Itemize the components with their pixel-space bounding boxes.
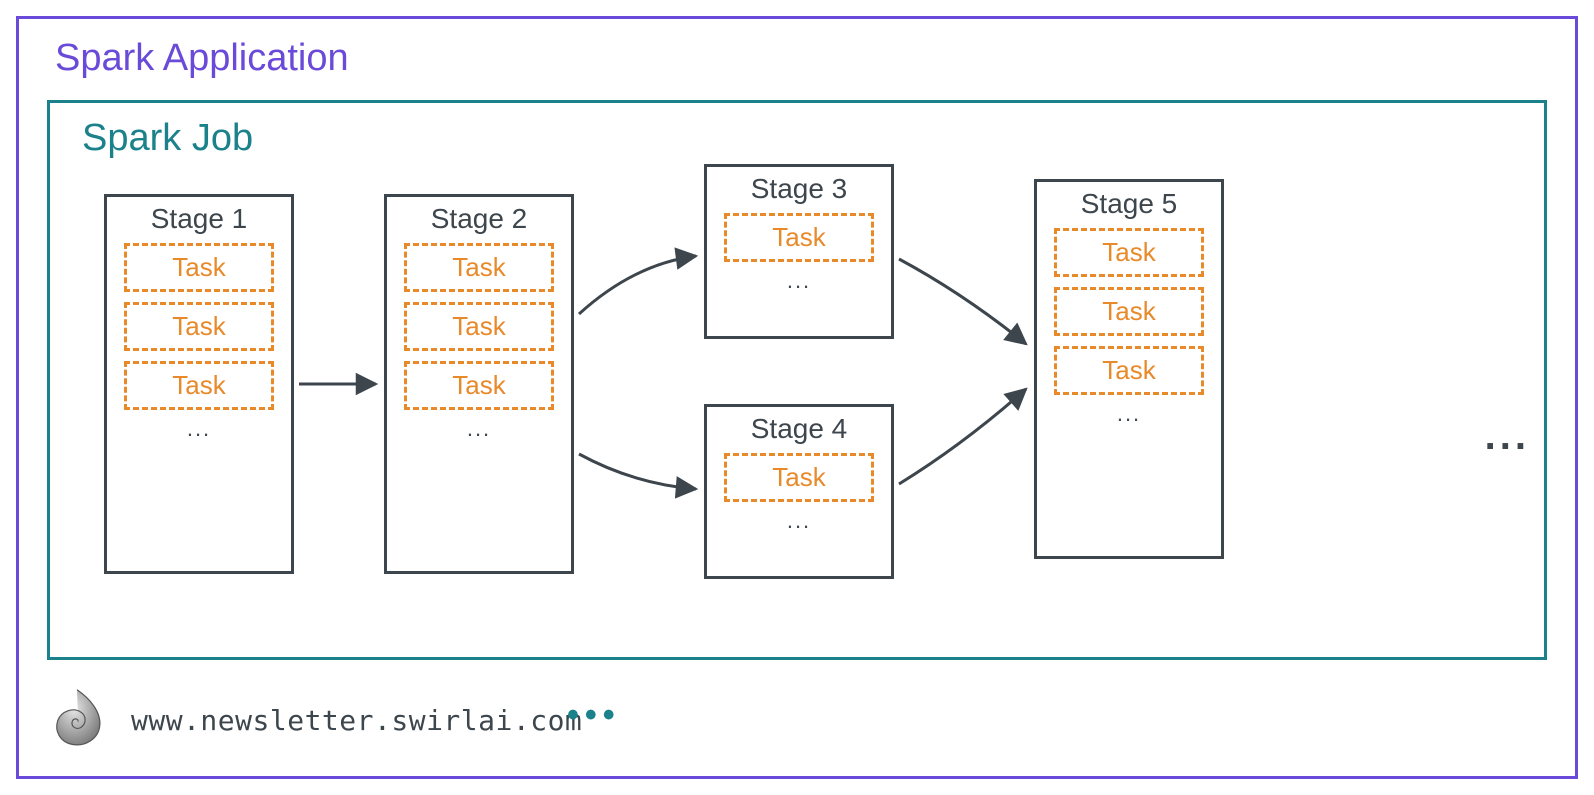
stage-3: Stage 3 Task ... <box>704 164 894 339</box>
stage-label: Stage 4 <box>707 413 891 445</box>
task-box: Task <box>1054 346 1204 395</box>
more-jobs-ellipsis: ... <box>1485 414 1530 459</box>
ellipsis: ... <box>707 268 891 294</box>
task-box: Task <box>724 453 874 502</box>
job-canvas: Stage 1 Task Task Task ... Stage 2 Task … <box>74 164 1520 624</box>
spark-application-container: Spark Application Spark Job Stage 1 Task… <box>16 16 1578 779</box>
task-box: Task <box>1054 287 1204 336</box>
application-title: Spark Application <box>55 37 1547 80</box>
task-box: Task <box>124 361 274 410</box>
ellipsis: ... <box>1037 401 1221 427</box>
ellipsis: ... <box>707 508 891 534</box>
stage-label: Stage 3 <box>707 173 891 205</box>
task-box: Task <box>724 213 874 262</box>
task-box: Task <box>124 243 274 292</box>
swirl-logo-icon <box>47 688 107 753</box>
footer-dots: ••• <box>567 696 621 735</box>
stage-1: Stage 1 Task Task Task ... <box>104 194 294 574</box>
source-url: www.newsletter.swirlai.com <box>131 704 582 737</box>
task-box: Task <box>1054 228 1204 277</box>
stage-label: Stage 5 <box>1037 188 1221 220</box>
stage-2: Stage 2 Task Task Task ... <box>384 194 574 574</box>
task-box: Task <box>404 361 554 410</box>
stage-label: Stage 2 <box>387 203 571 235</box>
task-box: Task <box>124 302 274 351</box>
footer: www.newsletter.swirlai.com ••• <box>47 688 1547 753</box>
task-box: Task <box>404 243 554 292</box>
task-box: Task <box>404 302 554 351</box>
stage-4: Stage 4 Task ... <box>704 404 894 579</box>
stage-5: Stage 5 Task Task Task ... <box>1034 179 1224 559</box>
spark-job-container: Spark Job Stage 1 Task Task Task ... Sta… <box>47 100 1547 660</box>
stage-label: Stage 1 <box>107 203 291 235</box>
ellipsis: ... <box>387 416 571 442</box>
ellipsis: ... <box>107 416 291 442</box>
job-title: Spark Job <box>82 117 1520 160</box>
